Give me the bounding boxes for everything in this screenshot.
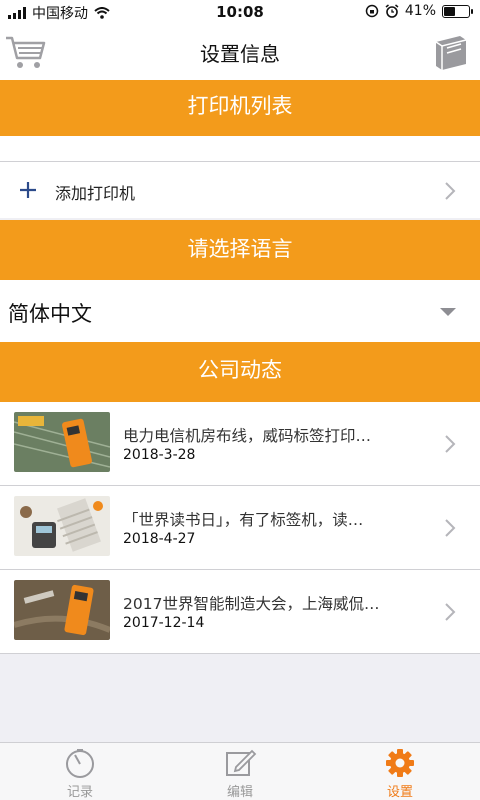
news-item[interactable]: 2017世界智能制造大会，上海威侃… 2017-12-14	[0, 570, 480, 654]
battery-icon	[442, 4, 473, 18]
rotation-lock-icon	[365, 4, 379, 18]
tab-bar: 记录 编辑 设置	[0, 742, 480, 800]
news-thumbnail	[14, 580, 110, 640]
add-printer-row[interactable]: 添加打印机	[0, 162, 480, 218]
tab-label: 设置	[386, 785, 413, 800]
news-thumbnail	[14, 496, 110, 556]
tab-settings[interactable]: 设置	[320, 743, 480, 800]
printer-list-title: 打印机列表	[187, 94, 293, 118]
tab-records[interactable]: 记录	[0, 743, 160, 800]
battery-fill	[444, 6, 455, 16]
printer-list-empty	[0, 136, 480, 161]
news-item-date: 2017-12-14	[123, 615, 205, 631]
news-header: 公司动态	[0, 342, 480, 402]
status-right: 41%	[365, 3, 473, 19]
tab-label: 编辑	[226, 785, 253, 800]
news-item[interactable]: 「世界读书日」，有了标签机，读… 2018-4-27	[0, 486, 480, 570]
news-item-title: 2017世界智能制造大会，上海威侃…	[123, 595, 380, 613]
nav-bar: 设置信息	[0, 24, 480, 80]
chevron-right-icon	[445, 603, 456, 621]
battery-percent: 41%	[404, 3, 436, 19]
language-selected-value: 简体中文	[8, 302, 92, 326]
news-item-title: 「世界读书日」，有了标签机，读…	[123, 511, 364, 529]
language-header: 请选择语言	[0, 220, 480, 280]
tab-edit[interactable]: 编辑	[160, 743, 320, 800]
tab-label: 记录	[66, 785, 93, 800]
news-thumbnail	[14, 412, 110, 472]
gear-icon	[386, 749, 414, 777]
clock-icon	[66, 749, 94, 778]
language-select[interactable]: 简体中文	[0, 280, 480, 342]
chevron-right-icon	[445, 519, 456, 537]
news-item-date: 2018-3-28	[123, 447, 196, 463]
page-title: 设置信息	[200, 42, 280, 66]
caret-down-icon	[440, 308, 456, 316]
news-list: 电力电信机房布线，威码标签打印… 2018-3-28 「世界读书日」，有了标签机…	[0, 402, 480, 654]
printer-list-header: 打印机列表	[0, 80, 480, 136]
add-printer-label: 添加打印机	[55, 184, 136, 203]
status-bar: 中国移动 10:08 41%	[0, 0, 480, 24]
news-item-date: 2018-4-27	[123, 531, 196, 547]
plus-icon	[20, 182, 36, 198]
news-item[interactable]: 电力电信机房布线，威码标签打印… 2018-3-28	[0, 402, 480, 486]
language-title: 请选择语言	[187, 237, 293, 261]
chevron-right-icon	[445, 182, 456, 200]
book-icon[interactable]	[430, 32, 470, 72]
edit-icon	[226, 749, 257, 776]
chevron-right-icon	[445, 435, 456, 453]
alarm-icon	[385, 4, 399, 18]
news-item-title: 电力电信机房布线，威码标签打印…	[123, 427, 372, 445]
news-title: 公司动态	[198, 358, 282, 382]
